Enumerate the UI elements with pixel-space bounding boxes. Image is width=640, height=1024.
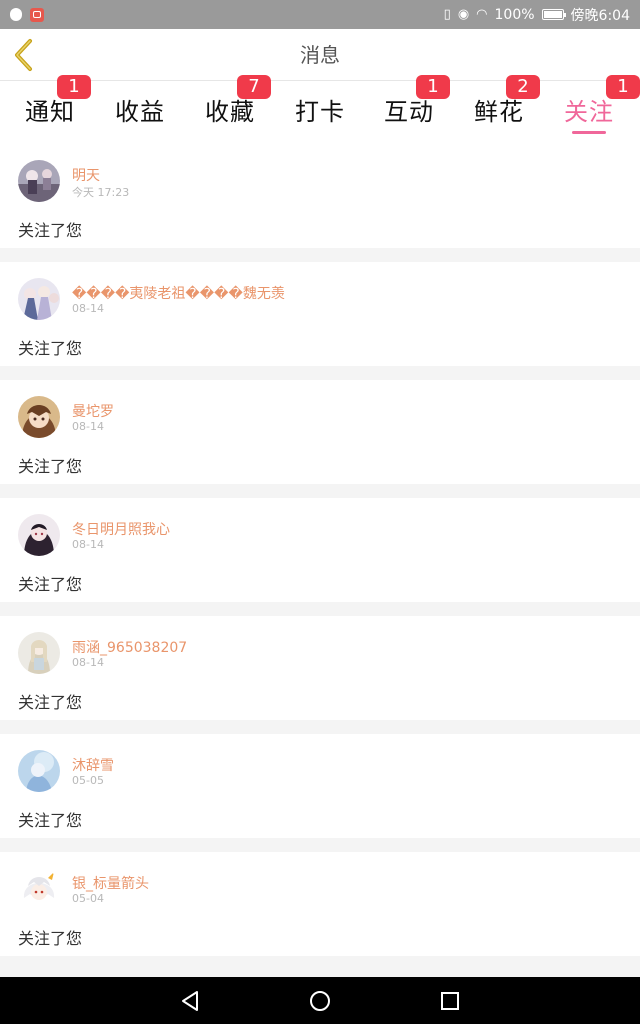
avatar[interactable] xyxy=(18,514,60,556)
user-name[interactable]: 明天 xyxy=(72,165,100,185)
circle-home-icon xyxy=(310,991,330,1011)
tab-flowers[interactable]: 鲜花 2 xyxy=(454,75,544,144)
wifi-icon: ◠ xyxy=(476,7,488,22)
tab-bar: 通知 1 收益 收藏 7 打卡 互动 1 鲜花 2 关注 1 xyxy=(0,75,640,144)
unread-badge: 7 xyxy=(237,75,271,99)
header: 消息 xyxy=(0,29,640,81)
shield-icon xyxy=(10,8,22,21)
timestamp: 08-14 xyxy=(72,420,104,433)
tab-follow[interactable]: 关注 1 xyxy=(544,75,640,144)
timestamp: 05-05 xyxy=(72,774,104,787)
avatar[interactable] xyxy=(18,750,60,792)
triangle-back-icon xyxy=(182,991,198,1011)
avatar[interactable] xyxy=(18,278,60,320)
tab-checkin[interactable]: 打卡 xyxy=(275,81,365,144)
tab-notice[interactable]: 通知 1 xyxy=(5,75,95,144)
list-item[interactable]: 曼坨罗 08-14 关注了您 xyxy=(0,380,640,484)
square-recent-icon xyxy=(441,992,459,1010)
message-text: 关注了您 xyxy=(18,575,83,594)
timestamp: 08-14 xyxy=(72,538,104,551)
message-text: 关注了您 xyxy=(18,811,83,830)
user-name[interactable]: 沐辞雪 xyxy=(72,755,114,775)
tab-label: 打卡 xyxy=(295,98,345,126)
user-name[interactable]: ����夷陵老祖����魏无羡 xyxy=(72,283,285,303)
notification-list: 明天 今天 17:23 关注了您 ����夷陵老祖����魏无羡 08-14 关… xyxy=(0,144,640,970)
timestamp: 08-14 xyxy=(72,656,104,669)
nav-recent-button[interactable] xyxy=(437,988,463,1014)
avatar[interactable] xyxy=(18,160,60,202)
list-item[interactable]: 沐辞雪 05-05 关注了您 xyxy=(0,734,640,838)
active-tab-indicator xyxy=(572,131,606,134)
status-bar: ▯ ◉ ◠ 100% 傍晚6:04 xyxy=(0,0,640,29)
unread-badge: 1 xyxy=(416,75,450,99)
unread-badge: 2 xyxy=(506,75,540,99)
message-text: 关注了您 xyxy=(18,339,83,358)
user-name[interactable]: 冬日明月照我心 xyxy=(72,519,170,539)
tab-earnings[interactable]: 收益 xyxy=(95,81,185,144)
app-notification-icon xyxy=(30,7,44,22)
nav-home-button[interactable] xyxy=(307,988,333,1014)
message-text: 关注了您 xyxy=(18,693,83,712)
message-text: 关注了您 xyxy=(18,457,83,476)
list-item[interactable]: 雨涵_965038207 08-14 关注了您 xyxy=(0,616,640,720)
list-item[interactable]: 明天 今天 17:23 关注了您 xyxy=(0,144,640,248)
unread-badge: 1 xyxy=(57,75,91,99)
eye-icon: ◉ xyxy=(457,7,470,22)
timestamp: 08-14 xyxy=(72,302,104,315)
user-name[interactable]: 银_标量箭头 xyxy=(72,873,149,893)
tab-favorites[interactable]: 收藏 7 xyxy=(185,75,275,144)
timestamp: 今天 17:23 xyxy=(72,186,130,199)
list-item[interactable]: 冬日明月照我心 08-14 关注了您 xyxy=(0,498,640,602)
user-name[interactable]: 曼坨罗 xyxy=(72,401,114,421)
battery-percent: 100% xyxy=(494,6,535,23)
clock: 傍晚6:04 xyxy=(570,7,630,24)
user-name[interactable]: 雨涵_965038207 xyxy=(72,637,187,657)
page-title: 消息 xyxy=(300,43,340,67)
nav-back-button[interactable] xyxy=(177,988,203,1014)
vibrate-icon: ▯ xyxy=(443,7,451,22)
avatar[interactable] xyxy=(18,632,60,674)
message-text: 关注了您 xyxy=(18,929,83,948)
tab-interaction[interactable]: 互动 1 xyxy=(364,75,454,144)
tab-label: 收益 xyxy=(115,98,165,126)
system-navigation-bar xyxy=(0,977,640,1024)
battery-icon xyxy=(541,9,566,20)
message-text: 关注了您 xyxy=(18,221,83,240)
avatar[interactable] xyxy=(18,868,60,910)
unread-badge: 1 xyxy=(606,75,640,99)
timestamp: 05-04 xyxy=(72,892,104,905)
list-item[interactable]: 银_标量箭头 05-04 关注了您 xyxy=(0,852,640,956)
avatar[interactable] xyxy=(18,396,60,438)
list-item[interactable]: ����夷陵老祖����魏无羡 08-14 关注了您 xyxy=(0,262,640,366)
